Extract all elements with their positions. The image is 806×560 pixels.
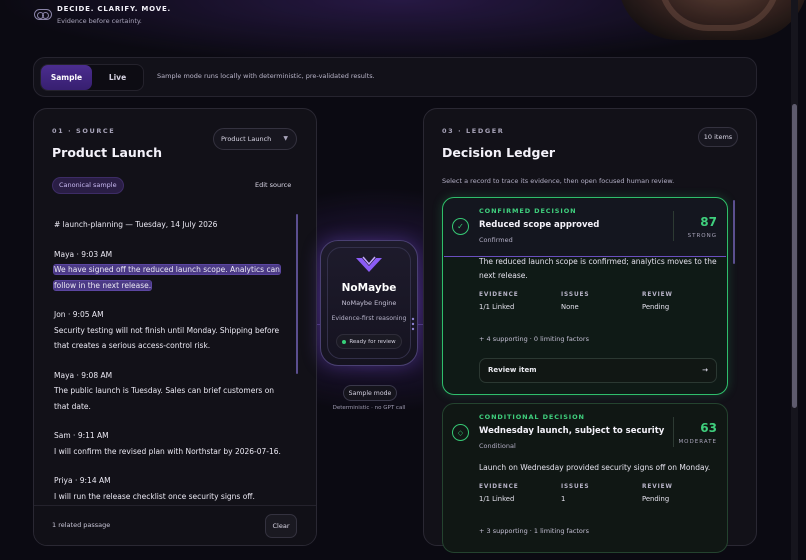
review-value: Pending bbox=[642, 495, 670, 503]
decision-body: The reduced launch scope is confirmed; a… bbox=[479, 255, 719, 283]
message-author: Maya · 9:03 AM bbox=[54, 249, 113, 259]
message-text: that creates a serious access-control ri… bbox=[54, 341, 211, 350]
transcript: # launch-planning — Tuesday, 14 July 202… bbox=[54, 217, 282, 504]
page-scrollbar-thumb[interactable] bbox=[792, 104, 797, 408]
decision-body-line: next release. bbox=[479, 271, 528, 280]
confidence-score: 87 bbox=[700, 215, 717, 229]
message-text: The public launch is Tuesday. Sales can … bbox=[54, 386, 275, 395]
engine-name: NoMaybe bbox=[341, 282, 397, 294]
evidence-value: 1/1 Linked bbox=[479, 495, 515, 503]
check-icon: ✓ bbox=[452, 218, 469, 235]
decorative-orb bbox=[618, 0, 806, 40]
ledger-scrollbar[interactable] bbox=[733, 200, 735, 264]
ready-status-badge: Ready for review bbox=[336, 334, 402, 349]
confidence-label: MODERATE bbox=[678, 439, 717, 445]
review-item-button[interactable]: Review item → bbox=[479, 358, 717, 383]
review-item-label: Review item bbox=[488, 366, 537, 374]
status-dot-icon bbox=[342, 339, 347, 344]
engine-mode-note: Deterministic · no GPT call bbox=[332, 405, 406, 411]
decision-status: Confirmed bbox=[479, 236, 513, 244]
edit-source-link[interactable]: Edit source bbox=[255, 181, 291, 189]
evidence-value: 1/1 Linked bbox=[479, 303, 515, 311]
message-author: Sam · 9:11 AM bbox=[54, 431, 109, 440]
decision-body-line: Launch on Wednesday provided security si… bbox=[479, 463, 711, 472]
source-title: Product Launch bbox=[52, 145, 163, 160]
chevron-down-icon: ▼ bbox=[283, 135, 288, 142]
highlighted-passage[interactable]: We have signed off the reduced launch sc… bbox=[54, 265, 280, 274]
related-passages-count: 1 related passage bbox=[52, 521, 111, 529]
message-text[interactable]: follow in the next release. bbox=[54, 278, 282, 294]
arrow-right-icon: → bbox=[702, 366, 708, 374]
mode-note: Sample mode runs locally with determinis… bbox=[157, 72, 375, 80]
highlighted-passage[interactable]: follow in the next release. bbox=[54, 280, 152, 290]
factors-summary[interactable]: + 4 supporting · 0 limiting factors bbox=[479, 335, 589, 343]
decision-title: Wednesday launch, subject to security bbox=[479, 426, 665, 436]
message-text[interactable]: We have signed off the reduced launch sc… bbox=[54, 262, 282, 278]
ledger-title: Decision Ledger bbox=[442, 145, 556, 160]
message-text: I will confirm the revised plan with Nor… bbox=[54, 446, 281, 456]
message-author: Jon · 9:05 AM bbox=[54, 310, 104, 319]
decision-status: Conditional bbox=[479, 442, 516, 450]
issues-header: ISSUES bbox=[561, 484, 590, 490]
evidence-header: EVIDENCE bbox=[479, 292, 519, 298]
decision-body-line: The reduced launch scope is confirmed; a… bbox=[479, 257, 717, 266]
brand-subtitle: Evidence before certainty. bbox=[57, 17, 142, 25]
logo-icon bbox=[34, 9, 52, 20]
decision-title: Reduced scope approved bbox=[479, 220, 600, 230]
message-author: Priya · 9:14 AM bbox=[54, 476, 111, 485]
mode-live-button[interactable]: Live bbox=[92, 65, 143, 90]
ledger-hint: Select a record to trace its evidence, t… bbox=[442, 177, 675, 185]
message-author: Maya · 9:08 AM bbox=[54, 370, 113, 380]
diamond-icon: ◇ bbox=[452, 424, 469, 441]
source-eyebrow: 01 · SOURCE bbox=[52, 127, 116, 135]
ledger-eyebrow: 03 · LEDGER bbox=[442, 127, 505, 135]
issues-value: 1 bbox=[561, 495, 566, 503]
clear-button[interactable]: Clear bbox=[265, 514, 297, 538]
message-text: I will run the release checklist once se… bbox=[54, 491, 255, 501]
decision-tag: CONFIRMED DECISION bbox=[479, 207, 577, 215]
source-dropdown-value: Product Launch bbox=[221, 135, 272, 143]
review-header: REVIEW bbox=[642, 292, 673, 298]
engine-tagline: Evidence-first reasoning bbox=[331, 315, 407, 322]
mode-sample-button[interactable]: Sample bbox=[41, 65, 92, 90]
ready-status-text: Ready for review bbox=[349, 338, 396, 345]
decision-tag: CONDITIONAL DECISION bbox=[479, 413, 585, 421]
nomaybe-logo-icon bbox=[356, 256, 382, 272]
confidence-score: 63 bbox=[700, 421, 717, 435]
evidence-header: EVIDENCE bbox=[479, 484, 519, 490]
issues-value: None bbox=[561, 303, 579, 311]
source-scrollbar[interactable] bbox=[296, 214, 298, 374]
engine-mode-pill: Sample mode bbox=[343, 385, 397, 401]
review-header: REVIEW bbox=[642, 484, 673, 490]
ledger-count-badge: 10 items bbox=[698, 127, 738, 147]
message-text: that date. bbox=[54, 401, 91, 411]
factors-summary[interactable]: + 3 supporting · 1 limiting factors bbox=[479, 527, 589, 535]
source-dropdown[interactable]: Product Launch ▼ bbox=[213, 128, 297, 150]
brand-tagline: DECIDE. CLARIFY. MOVE. bbox=[57, 5, 172, 13]
message-text: Security testing will not finish until M… bbox=[54, 325, 280, 335]
connector-dots-icon bbox=[411, 317, 415, 331]
transcript-heading: # launch-planning — Tuesday, 14 July 202… bbox=[54, 220, 218, 229]
issues-header: ISSUES bbox=[561, 292, 590, 298]
decision-body: Launch on Wednesday provided security si… bbox=[479, 461, 719, 475]
review-value: Pending bbox=[642, 303, 670, 311]
canonical-sample-pill: Canonical sample bbox=[52, 177, 124, 194]
confidence-label: STRONG bbox=[687, 233, 717, 239]
engine-subtitle: NoMaybe Engine bbox=[341, 299, 397, 307]
